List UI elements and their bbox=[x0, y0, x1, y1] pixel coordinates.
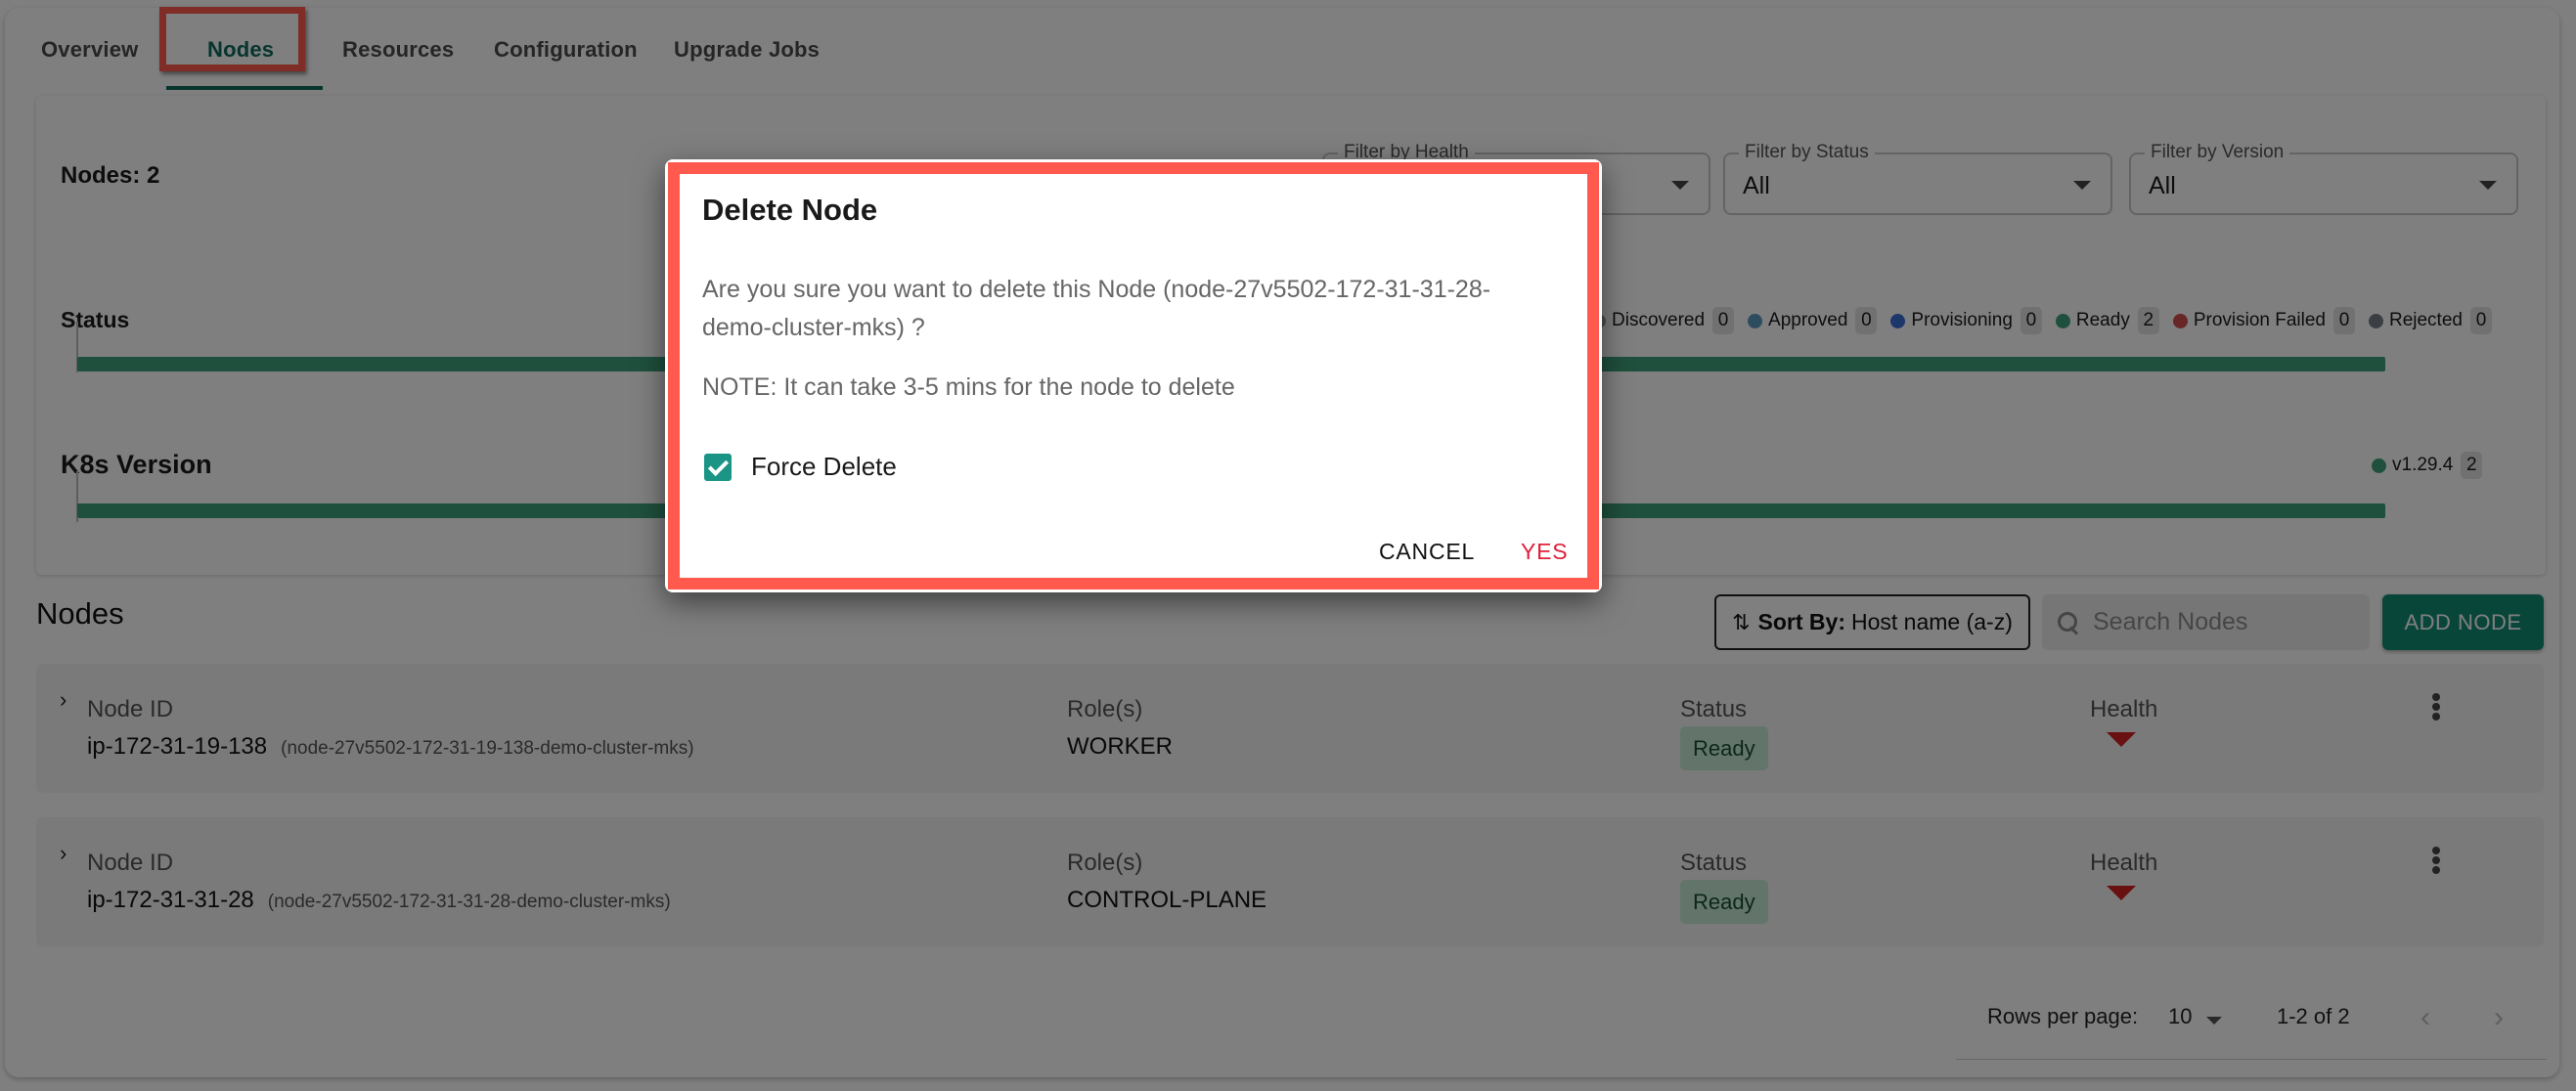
delete-node-dialog: Delete Node Are you sure you want to del… bbox=[665, 159, 1602, 592]
force-delete-checkbox[interactable] bbox=[704, 454, 732, 481]
cancel-button[interactable]: CANCEL bbox=[1379, 539, 1475, 565]
dialog-message: Are you sure you want to delete this Nod… bbox=[702, 276, 1491, 341]
dialog-title: Delete Node bbox=[702, 193, 878, 227]
confirm-yes-button[interactable]: YES bbox=[1521, 539, 1568, 565]
force-delete-label[interactable]: Force Delete bbox=[751, 452, 897, 482]
dialog-note: NOTE: It can take 3-5 mins for the node … bbox=[702, 373, 1235, 401]
page: Overview Nodes Resources Configuration U… bbox=[0, 0, 2576, 1091]
